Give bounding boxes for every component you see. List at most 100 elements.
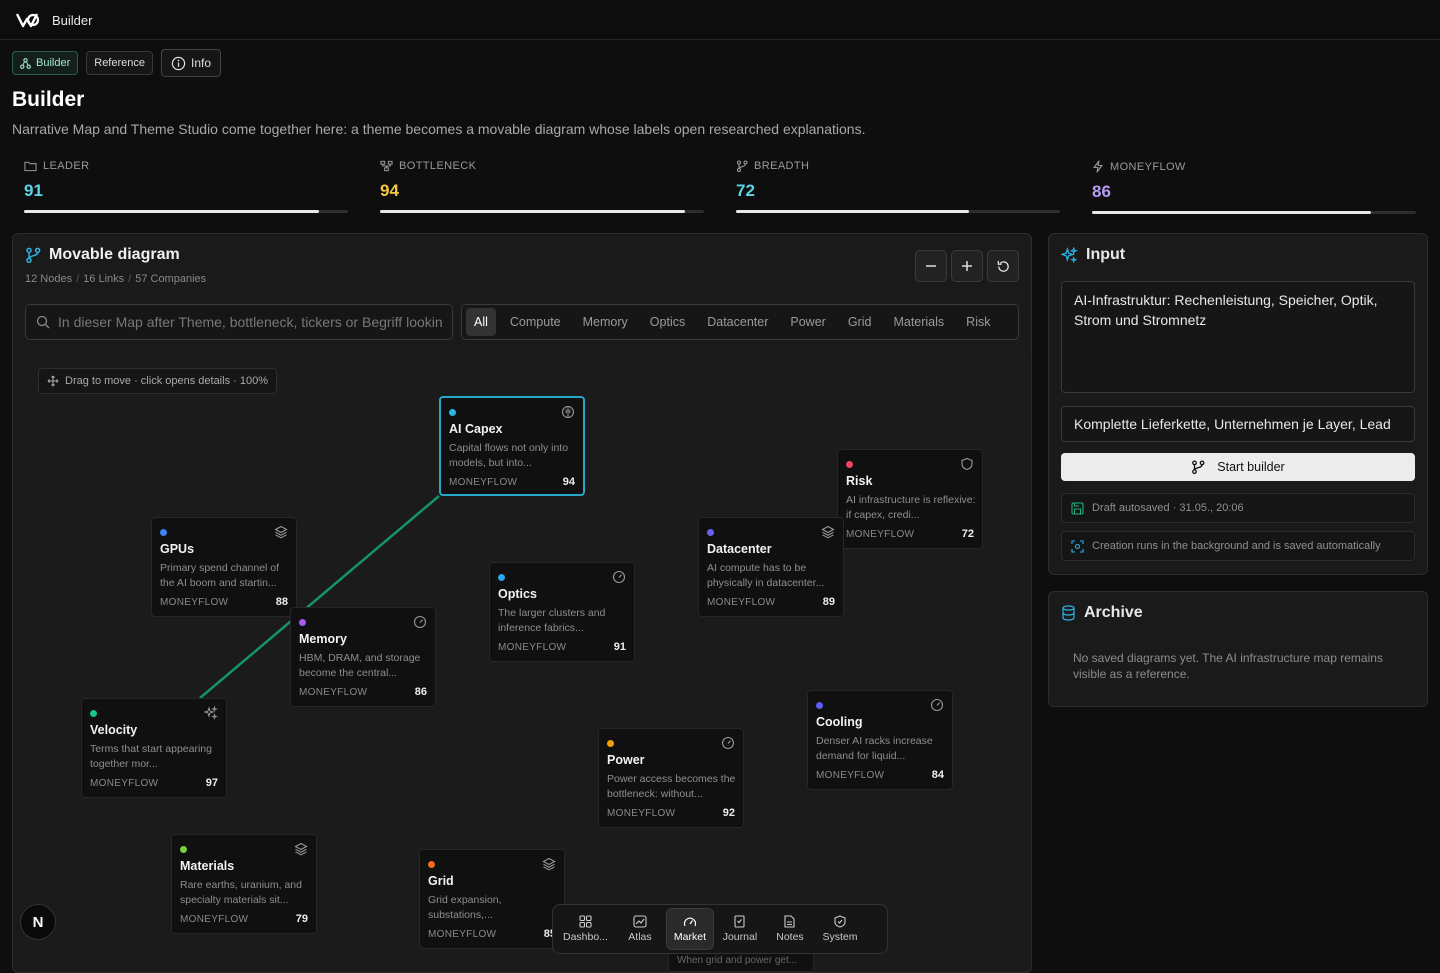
node-risk[interactable]: Risk AI infrastructure is reflexive: if c…: [837, 449, 983, 549]
search-icon: [36, 315, 50, 329]
node-memory[interactable]: Memory HBM, DRAM, and storage become the …: [290, 607, 436, 707]
theme-textarea[interactable]: AI-Infrastruktur: Rechenleistung, Speich…: [1061, 281, 1415, 393]
branch-icon: [26, 247, 41, 263]
gauge-icon: [683, 917, 697, 926]
node-ai-capex[interactable]: AI Capex Capital flows not only into mode…: [439, 396, 585, 496]
node-score: 89: [822, 596, 835, 608]
nav-notes[interactable]: Notes: [766, 908, 814, 950]
node-cooling[interactable]: Cooling Denser AI racks increase demand f…: [807, 690, 953, 790]
info-button[interactable]: Info: [161, 49, 222, 77]
bolt-icon: [1093, 160, 1103, 173]
node-title[interactable]: GPUs: [160, 542, 194, 556]
node-factor: MONEYFLOW: [180, 914, 249, 925]
nav-market[interactable]: Market: [665, 908, 714, 950]
node-status-dot: [90, 710, 97, 717]
filter-risk[interactable]: Risk: [958, 308, 998, 336]
autosave-text: Draft autosaved · 31.05., 20:06: [1092, 502, 1244, 514]
sparkles-icon: [204, 706, 218, 720]
layers-icon: [542, 857, 556, 871]
top-bar: Builder: [0, 0, 1440, 40]
category-filters: All Compute Memory Optics Datacenter Pow…: [461, 304, 1019, 340]
scope-input[interactable]: [1061, 406, 1415, 442]
node-title[interactable]: Optics: [498, 587, 537, 601]
node-title[interactable]: Velocity: [90, 723, 137, 737]
app-logo[interactable]: [16, 11, 40, 29]
start-builder-button[interactable]: Start builder: [1061, 453, 1415, 481]
node-datacenter[interactable]: Datacenter AI compute has to be physicall…: [698, 517, 844, 617]
node-factor: MONEYFLOW: [160, 597, 229, 608]
node-gpus[interactable]: GPUs Primary spend channel of the AI boom…: [151, 517, 297, 617]
sparkles-icon: [1061, 246, 1078, 264]
n-badge[interactable]: N: [20, 904, 56, 940]
node-factor: MONEYFLOW: [90, 778, 159, 789]
node-score: 91: [613, 641, 626, 653]
node-score: 97: [205, 777, 218, 789]
node-velocity[interactable]: Velocity Terms that start appearing toget…: [81, 698, 227, 798]
node-title[interactable]: Risk: [846, 474, 872, 488]
node-count: 12 Nodes: [25, 273, 73, 285]
gauge-icon: [721, 736, 735, 750]
search-input[interactable]: [58, 314, 442, 330]
filter-power[interactable]: Power: [782, 308, 833, 336]
node-status-dot: [449, 409, 456, 416]
reset-icon: [997, 260, 1009, 272]
metric-label: LEADER: [43, 160, 90, 172]
node-factor: MONEYFLOW: [816, 770, 885, 781]
node-title[interactable]: Memory: [299, 632, 347, 646]
nav-label: System: [822, 931, 858, 943]
node-title[interactable]: AI Capex: [449, 422, 503, 436]
metric-label: BREADTH: [754, 160, 810, 172]
filter-optics[interactable]: Optics: [642, 308, 693, 336]
metric-bar: [24, 210, 348, 213]
move-icon: [47, 375, 59, 387]
node-status-dot: [428, 861, 435, 868]
node-title[interactable]: Cooling: [816, 715, 863, 729]
reset-button[interactable]: [987, 250, 1019, 282]
background-note-text: Creation runs in the background and is s…: [1092, 540, 1381, 552]
nav-atlas[interactable]: Atlas: [616, 908, 664, 950]
zoom-out-button[interactable]: [915, 250, 947, 282]
tab-reference[interactable]: Reference: [86, 51, 154, 75]
node-title[interactable]: Grid: [428, 874, 454, 888]
metric-value: 94: [380, 181, 399, 200]
node-optics[interactable]: Optics The larger clusters and inference …: [489, 562, 635, 662]
page-subtitle: Narrative Map and Theme Studio come toge…: [12, 121, 866, 137]
metric-value: 72: [736, 181, 755, 200]
metric-bottleneck: BOTTLENECK 94: [380, 160, 704, 213]
metric-bar: [380, 210, 704, 213]
node-score: 86: [414, 686, 427, 698]
node-materials[interactable]: Materials Rare earths, uranium, and speci…: [171, 834, 317, 934]
journal-icon: [734, 915, 746, 928]
filter-materials[interactable]: Materials: [885, 308, 952, 336]
node-grid[interactable]: Grid Grid expansion, substations,... MONEY…: [419, 849, 565, 949]
node-title[interactable]: Datacenter: [707, 542, 772, 556]
diagram-title: Movable diagram: [49, 246, 180, 263]
info-icon: [171, 56, 186, 70]
node-title[interactable]: Materials: [180, 859, 234, 873]
nav-journal[interactable]: Journal: [716, 908, 764, 950]
filter-memory[interactable]: Memory: [575, 308, 636, 336]
nav-dashboard[interactable]: Dashbo...: [557, 908, 614, 950]
node-score: 84: [931, 769, 944, 781]
filter-all[interactable]: All: [466, 308, 496, 336]
tab-builder[interactable]: Builder: [12, 51, 79, 75]
filter-datacenter[interactable]: Datacenter: [699, 308, 776, 336]
node-description: The larger clusters and inference fabric…: [498, 607, 606, 634]
nav-system[interactable]: System: [816, 908, 864, 950]
filter-grid[interactable]: Grid: [840, 308, 880, 336]
node-title[interactable]: Power: [607, 753, 645, 767]
autosave-status: Draft autosaved · 31.05., 20:06: [1061, 493, 1415, 523]
diagram-canvas[interactable]: Drag to move · click opens details · 100…: [25, 356, 1031, 972]
gauge-icon: [413, 615, 427, 629]
notes-icon: [784, 915, 796, 928]
node-status-dot: [160, 529, 167, 536]
filter-compute[interactable]: Compute: [502, 308, 569, 336]
zoom-in-button[interactable]: [951, 250, 983, 282]
node-power[interactable]: Power Power access becomes the bottleneck…: [598, 728, 744, 828]
metric-breadth: BREADTH 72: [736, 160, 1060, 213]
map-search[interactable]: [25, 304, 453, 340]
tab-reference-label: Reference: [94, 57, 146, 69]
diagram-header: Movable diagram: [25, 246, 180, 264]
nav-label: Atlas: [628, 931, 652, 943]
node-factor: MONEYFLOW: [299, 687, 368, 698]
